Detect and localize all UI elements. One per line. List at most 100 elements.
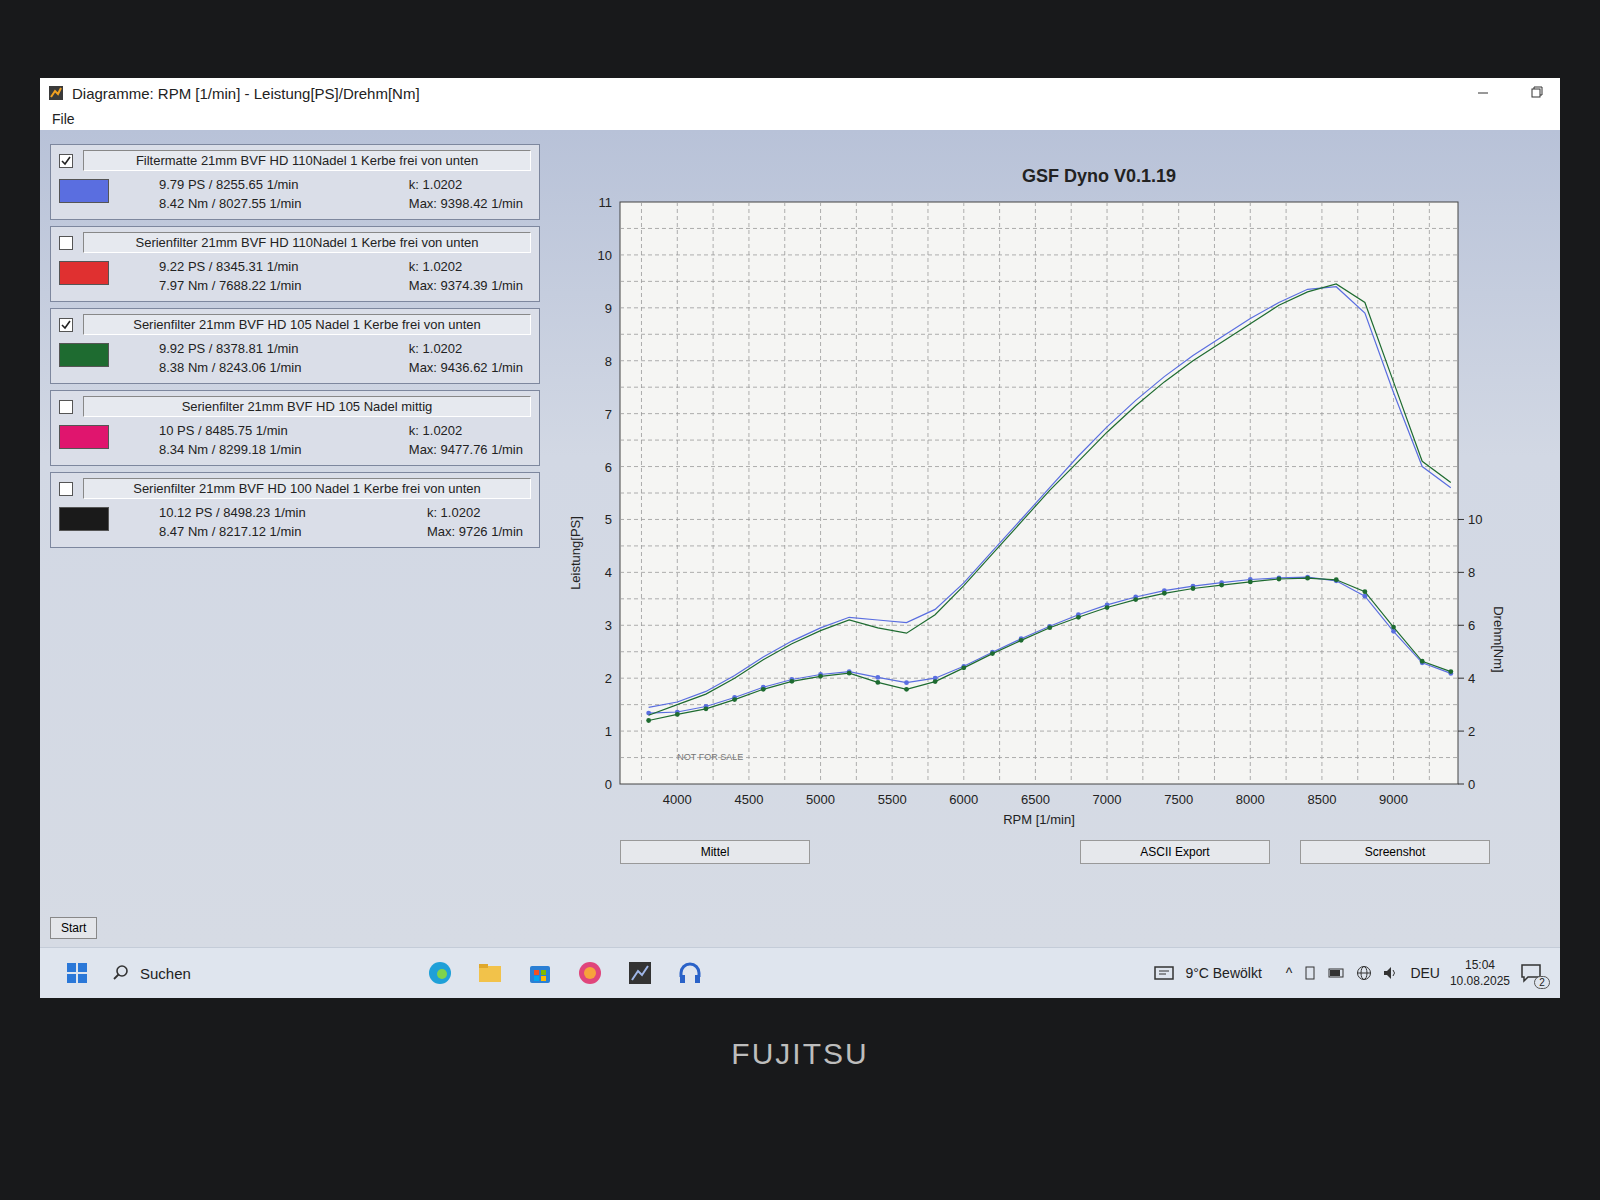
color-swatch[interactable] (59, 343, 109, 367)
taskbar-search[interactable]: Suchen (102, 964, 412, 982)
chart-panel: GSF Dyno V0.1.19012345678910110246810400… (558, 144, 1550, 939)
torque-point (732, 697, 737, 702)
ascii-export-button[interactable]: ASCII Export (1080, 840, 1270, 864)
legend-card: Serienfilter 21mm BVF HD 110Nadel 1 Kerb… (50, 226, 540, 302)
grid-line (620, 254, 1458, 255)
windows-icon[interactable] (66, 962, 88, 984)
window-title: Diagramme: RPM [1/min] - Leistung[PS]/Dr… (72, 85, 420, 102)
grid-line (620, 572, 1458, 573)
y-tick: 3 (605, 618, 612, 633)
torque-point (818, 674, 823, 679)
network-icon[interactable] (1356, 965, 1372, 981)
y2-tick-mark (1458, 625, 1464, 626)
grid-line (620, 413, 1458, 414)
legend-checkbox[interactable] (59, 236, 73, 250)
torque-point (875, 675, 880, 680)
grid-line (620, 519, 1458, 520)
menu-item[interactable]: File (46, 111, 81, 127)
grid-line (1429, 202, 1430, 784)
device-icon[interactable] (1302, 965, 1318, 981)
x-axis-label: RPM [1/min] (1003, 812, 1075, 827)
y2-tick: 0 (1468, 777, 1475, 792)
store-icon[interactable] (526, 959, 554, 987)
firefox-icon[interactable] (576, 959, 604, 987)
torque-point (1191, 586, 1196, 591)
legend-card: Serienfilter 21mm BVF HD 105 Nadel 1 Ker… (50, 308, 540, 384)
tray-expand[interactable]: ^ (1286, 965, 1293, 981)
run-info: k: 1.0202Max: 9477.76 1/min (409, 421, 523, 459)
grid-line (620, 625, 1458, 626)
legend-checkbox[interactable] (59, 482, 73, 496)
max-rpm: Max: 9436.62 1/min (409, 358, 523, 377)
torque-point (1105, 605, 1110, 610)
date: 10.08.2025 (1450, 973, 1510, 989)
grid-line (620, 466, 1458, 467)
torque-point (1334, 577, 1339, 582)
chart-buttons: Mittel ASCII Export Screenshot (558, 834, 1550, 864)
plot-area (620, 202, 1458, 784)
screenshot-button[interactable]: Screenshot (1300, 840, 1490, 864)
legend-label[interactable]: Serienfilter 21mm BVF HD 105 Nadel mitti… (83, 396, 531, 417)
watermark: NOT FOR SALE (677, 752, 743, 762)
x-tick: 9000 (1379, 792, 1408, 807)
legend-label[interactable]: Filtermatte 21mm BVF HD 110Nadel 1 Kerbe… (83, 150, 531, 171)
dyno-app-icon[interactable] (626, 959, 654, 987)
legend-label[interactable]: Serienfilter 21mm BVF HD 110Nadel 1 Kerb… (83, 232, 531, 253)
max-rpm: Max: 9398.42 1/min (409, 194, 523, 213)
peak-values: 9.92 PS / 8378.81 1/min8.38 Nm / 8243.06… (159, 339, 301, 377)
start-button[interactable]: Start (50, 917, 97, 939)
check-icon (60, 155, 72, 167)
y2-tick: 6 (1468, 618, 1475, 633)
torque-point (1420, 659, 1425, 664)
legend-checkbox[interactable] (59, 154, 73, 168)
folder-icon[interactable] (476, 959, 504, 987)
headphones-icon[interactable] (676, 959, 704, 987)
peak-values: 9.79 PS / 8255.65 1/min8.42 Nm / 8027.55… (159, 175, 301, 213)
grid-line (620, 678, 1458, 679)
peak-values: 9.22 PS / 8345.31 1/min7.97 Nm / 7688.22… (159, 257, 301, 295)
dyno-window: Diagramme: RPM [1/min] - Leistung[PS]/Dr… (40, 78, 1560, 947)
minimize-icon[interactable] (1460, 79, 1506, 107)
torque-point (1391, 625, 1396, 630)
x-tick: 8500 (1307, 792, 1336, 807)
k-factor: k: 1.0202 (409, 421, 523, 440)
torque-line (649, 578, 1451, 720)
volume-icon[interactable] (1382, 965, 1400, 981)
taskbar: Suchen 9°C Bewölkt ^ DEU 15:0410.08.2025 2 (40, 947, 1560, 998)
battery-icon[interactable] (1328, 965, 1346, 981)
legend-checkbox[interactable] (59, 400, 73, 414)
restore-icon[interactable] (1514, 79, 1560, 107)
color-swatch[interactable] (59, 179, 109, 203)
y-tick: 5 (605, 512, 612, 527)
language[interactable]: DEU (1410, 965, 1440, 981)
power-peak: 9.22 PS / 8345.31 1/min (159, 257, 301, 276)
legend-label[interactable]: Serienfilter 21mm BVF HD 100 Nadel 1 Ker… (83, 478, 531, 499)
torque-point (646, 718, 651, 723)
torque-point (847, 671, 852, 676)
weather[interactable]: 9°C Bewölkt (1185, 965, 1261, 981)
color-swatch[interactable] (59, 507, 109, 531)
x-tick: 7000 (1093, 792, 1122, 807)
search-icon (112, 964, 130, 982)
legend-checkbox[interactable] (59, 318, 73, 332)
clock[interactable]: 15:0410.08.2025 (1450, 957, 1510, 989)
torque-peak: 7.97 Nm / 7688.22 1/min (159, 276, 301, 295)
edge-icon[interactable] (426, 959, 454, 987)
grid-line (620, 731, 1458, 732)
notification-center[interactable]: 2 (1520, 963, 1548, 983)
torque-peak: 8.38 Nm / 8243.06 1/min (159, 358, 301, 377)
torque-point (1019, 638, 1024, 643)
window-body: Filtermatte 21mm BVF HD 110Nadel 1 Kerbe… (40, 130, 1560, 947)
grid-line (620, 598, 1458, 599)
laptop-bezel: Diagramme: RPM [1/min] - Leistung[PS]/Dr… (0, 0, 1600, 1200)
y-tick: 4 (605, 565, 612, 580)
average-button[interactable]: Mittel (620, 840, 810, 864)
color-swatch[interactable] (59, 261, 109, 285)
run-info: k: 1.0202Max: 9436.62 1/min (409, 339, 523, 377)
legend-label[interactable]: Serienfilter 21mm BVF HD 105 Nadel 1 Ker… (83, 314, 531, 335)
series (646, 287, 1453, 716)
color-swatch[interactable] (59, 425, 109, 449)
torque-point (990, 651, 995, 656)
y2-axis-label: Drehm[Nm] (1491, 606, 1506, 672)
torque-point (1076, 615, 1081, 620)
